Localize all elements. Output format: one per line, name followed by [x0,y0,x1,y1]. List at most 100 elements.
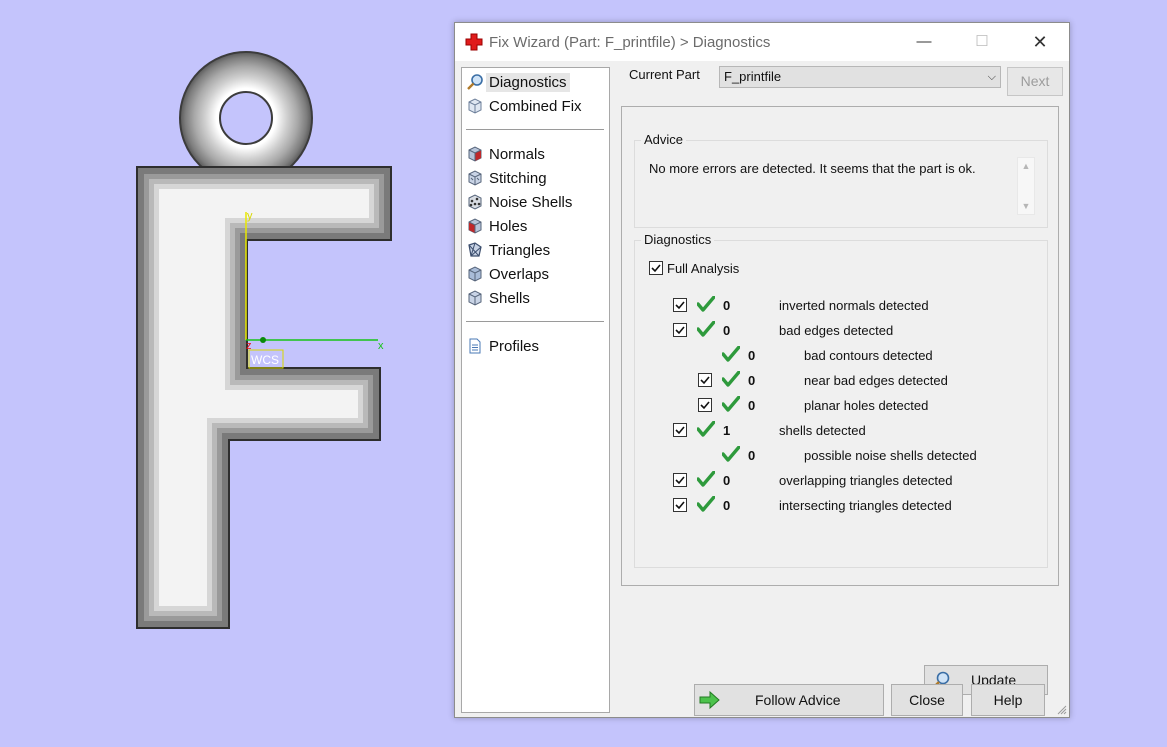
current-part-label: Current Part [629,67,700,82]
nav-item-diagnostics[interactable]: Diagnostics [466,71,604,93]
minimize-button[interactable]: — [895,23,953,61]
nav-label: Stitching [489,169,547,187]
scroll-up-icon[interactable]: ▲ [1021,162,1031,171]
advice-text: No more errors are detected. It seems th… [649,161,976,176]
diagnostic-label: bad contours detected [804,348,933,363]
current-part-dropdown[interactable]: F_printfile ⌵ [719,66,1001,88]
maximize-button[interactable]: ☐ [953,23,1011,61]
shells-cube-icon [468,290,482,306]
diagnostics-title: Diagnostics [641,232,715,247]
normals-cube-icon [468,146,482,162]
follow-advice-label: Follow Advice [755,692,841,708]
green-check-icon [697,471,715,487]
green-arrow-icon [699,690,720,710]
full-analysis-label: Full Analysis [667,261,740,276]
help-button[interactable]: Help [971,684,1045,716]
triangles-icon [468,242,482,257]
advice-group: Advice No more errors are detected. It s… [634,132,1048,228]
scroll-down-icon[interactable]: ▼ [1021,202,1031,211]
letter-f-model [136,166,392,629]
diagnostic-count: 0 [748,398,756,413]
diagnostic-label: inverted normals detected [779,298,929,313]
green-check-icon [697,296,715,312]
diagnostic-checkbox[interactable] [673,298,687,312]
diagnostic-checkbox[interactable] [698,373,712,387]
nav-item-triangles[interactable]: Triangles [466,239,604,261]
diagnostic-checkbox[interactable] [673,323,687,337]
diagnostic-checkbox[interactable] [673,473,687,487]
axis-x-label: x [378,340,384,352]
diagnostic-count: 0 [748,448,756,463]
diagnostic-checkbox[interactable] [673,423,687,437]
nav-item-overlaps[interactable]: Overlaps [466,263,604,285]
nav-item-stitching[interactable]: Stitching [466,167,604,189]
nav-item-combined-fix[interactable]: Combined Fix [466,95,604,117]
stitching-cube-icon [468,170,482,186]
green-check-icon [697,496,715,512]
magnifier-icon [467,74,483,90]
green-check-icon [722,396,740,412]
nav-label: Triangles [489,241,551,259]
document-icon [469,338,481,354]
diagnostics-group: Diagnostics Full Analysis 0 inverted norm… [634,232,1048,695]
diagnostic-count: 0 [748,373,756,388]
wizard-nav-list: Diagnostics Combined Fix Normals Stitchi… [461,67,610,713]
nav-label: Combined Fix [489,97,582,115]
nav-label: Noise Shells [489,193,573,211]
diagnostic-label: possible noise shells detected [804,448,977,463]
close-button[interactable]: Close [891,684,963,716]
diagnostic-label: planar holes detected [804,398,929,413]
diagnostic-checkbox[interactable] [673,498,687,512]
holes-cube-icon [468,218,482,234]
follow-advice-button[interactable]: Follow Advice [694,684,884,716]
overlaps-cube-icon [468,266,482,282]
diagnostic-label: bad edges detected [779,323,894,338]
next-button[interactable]: Next [1007,67,1063,96]
nav-label: Shells [489,289,530,307]
green-check-icon [697,421,715,437]
title-bar[interactable]: Fix Wizard (Part: F_printfile) > Diagnos… [455,23,1069,61]
viewport-3d[interactable]: y x z WCS [0,0,450,747]
nav-label: Normals [489,145,545,163]
nav-item-shells[interactable]: Shells [466,287,604,309]
full-analysis-checkbox[interactable] [649,261,663,275]
keychain-loop [179,51,313,185]
dialog-title: Fix Wizard (Part: F_printfile) > Diagnos… [489,34,771,51]
noise-shells-icon [468,194,482,210]
diagnostic-label: intersecting triangles detected [779,498,952,513]
nav-item-holes[interactable]: Holes [466,215,604,237]
fix-wizard-dialog: Fix Wizard (Part: F_printfile) > Diagnos… [454,22,1070,718]
nav-divider [466,129,604,130]
current-part-value: F_printfile [724,69,782,84]
diagnostic-label: shells detected [779,423,866,438]
diagnostic-count: 0 [723,498,731,513]
resize-grip-icon[interactable] [1055,703,1067,715]
advice-scrollbar[interactable]: ▲ ▼ [1017,157,1035,215]
green-check-icon [722,346,740,362]
diagnostic-count: 0 [723,298,731,313]
cube-icon [468,98,482,114]
diagnostic-count: 0 [723,473,731,488]
diagnostic-count: 0 [748,348,756,363]
nav-item-profiles[interactable]: Profiles [466,335,604,357]
green-check-icon [722,371,740,387]
diagnostic-count: 1 [723,423,731,438]
nav-label: Profiles [489,337,540,355]
green-check-icon [722,446,740,462]
nav-label: Diagnostics [486,72,570,92]
nav-item-normals[interactable]: Normals [466,143,604,165]
nav-divider [466,321,604,322]
nav-item-noise-shells[interactable]: Noise Shells [466,191,604,213]
nav-label: Overlaps [489,265,550,283]
diagnostic-label: overlapping triangles detected [779,473,953,488]
nav-label: Holes [489,217,528,235]
window-close-button[interactable]: ✕ [1011,23,1069,61]
diagnostics-panel: Advice No more errors are detected. It s… [621,106,1059,695]
axis-y-label: y [247,210,253,222]
chevron-down-icon: ⌵ [987,71,996,83]
wcs-label: WCS [251,353,279,367]
diagnostic-checkbox[interactable] [698,398,712,412]
red-cross-icon [465,33,483,51]
diagnostic-count: 0 [723,323,731,338]
green-check-icon [697,321,715,337]
